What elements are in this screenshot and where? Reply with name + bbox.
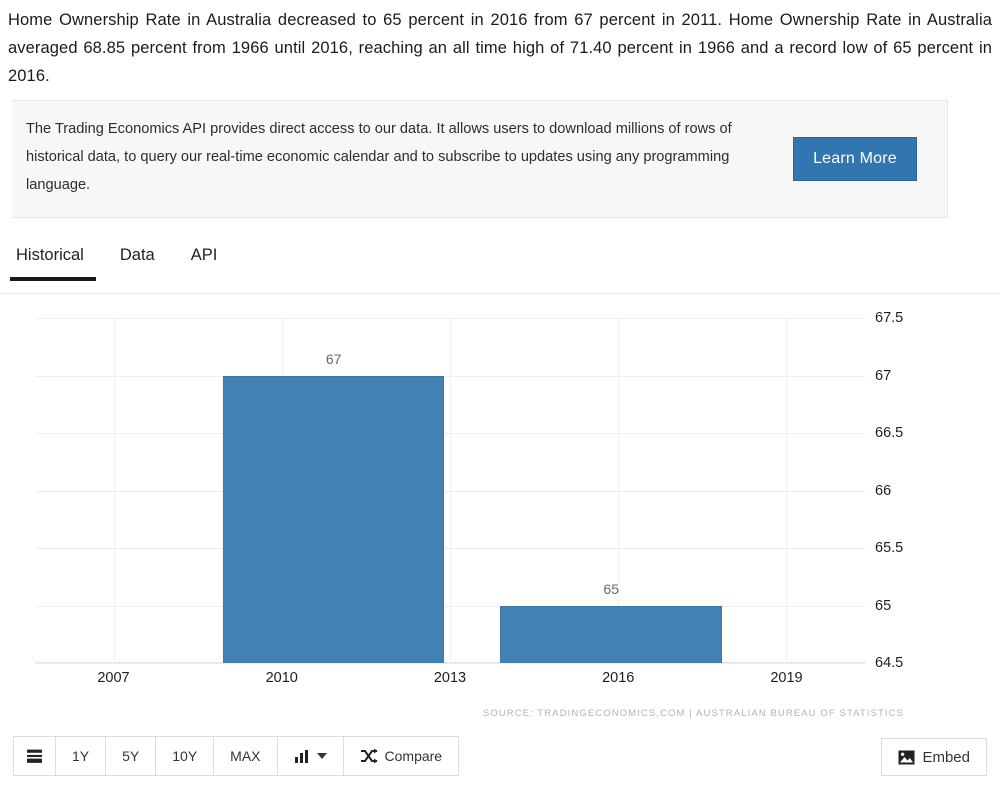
y-axis-tick-label: 65: [875, 597, 892, 614]
chart-source-note: SOURCE: TRADINGECONOMICS.COM | AUSTRALIA…: [482, 708, 904, 719]
chart-gridline-v: [113, 318, 115, 663]
list-icon: [26, 748, 43, 765]
chart-bar[interactable]: [500, 605, 722, 663]
chart-toolbar: 1Y 5Y 10Y MAX Compare: [13, 736, 460, 776]
chart-plot-area[interactable]: 67 65: [35, 318, 865, 664]
tab-data[interactable]: Data: [114, 246, 167, 277]
x-axis-tick-label: 2016: [602, 670, 635, 686]
tab-historical[interactable]: Historical: [10, 246, 96, 281]
shuffle-icon: [360, 748, 378, 764]
y-axis-tick-label: 64.5: [875, 655, 904, 671]
embed-label: Embed: [922, 748, 970, 766]
summary-paragraph: Home Ownership Rate in Australia decreas…: [8, 11, 992, 85]
chart-gridline-v: [786, 318, 788, 663]
range-button-5y[interactable]: 5Y: [106, 737, 157, 775]
tab-bar: Historical Data API: [10, 246, 247, 286]
bar-chart-icon: [294, 749, 310, 764]
list-view-button[interactable]: [14, 737, 56, 775]
x-axis-tick-label: 2010: [265, 670, 298, 686]
range-button-max[interactable]: MAX: [214, 737, 278, 775]
x-axis-tick-label: 2013: [433, 670, 467, 686]
chart-gridline-v: [450, 318, 451, 663]
y-axis-tick-label: 66: [875, 482, 892, 499]
embed-button[interactable]: Embed: [881, 738, 987, 776]
chart-bar[interactable]: [222, 375, 445, 663]
compare-label: Compare: [384, 748, 443, 764]
y-axis-tick-label: 66.5: [875, 425, 904, 441]
y-axis-tick-label: 65.5: [875, 540, 904, 556]
y-axis-tick-label: 67: [875, 367, 892, 384]
range-button-10y[interactable]: 10Y: [156, 737, 215, 775]
compare-button[interactable]: Compare: [343, 737, 459, 775]
chart-bar-label: 65: [603, 580, 620, 597]
api-promo-text: The Trading Economics API provides direc…: [26, 121, 732, 193]
chevron-down-icon: [316, 753, 327, 759]
image-icon: [898, 750, 915, 765]
y-axis-tick-label: 67.5: [875, 310, 904, 326]
x-axis-tick-label: 2019: [770, 670, 803, 686]
chart-panel: 67 65 67.5 67 66.5 66 65.5 65 64.5 2007 2010 2013…: [0, 300, 1000, 720]
chart-type-dropdown[interactable]: [277, 737, 344, 775]
learn-more-button[interactable]: Learn More: [793, 137, 917, 181]
api-promo-box: The Trading Economics API provides direc…: [12, 100, 948, 218]
x-axis-tick-label: 2007: [97, 670, 130, 686]
range-button-1y[interactable]: 1Y: [56, 737, 107, 775]
chart-bar-label: 67: [325, 350, 342, 367]
tab-separator: [0, 293, 1000, 294]
page-root: Home Ownership Rate in Australia decreas…: [0, 0, 1000, 802]
chart-gridline-h: [35, 663, 865, 664]
tab-api[interactable]: API: [185, 246, 230, 277]
